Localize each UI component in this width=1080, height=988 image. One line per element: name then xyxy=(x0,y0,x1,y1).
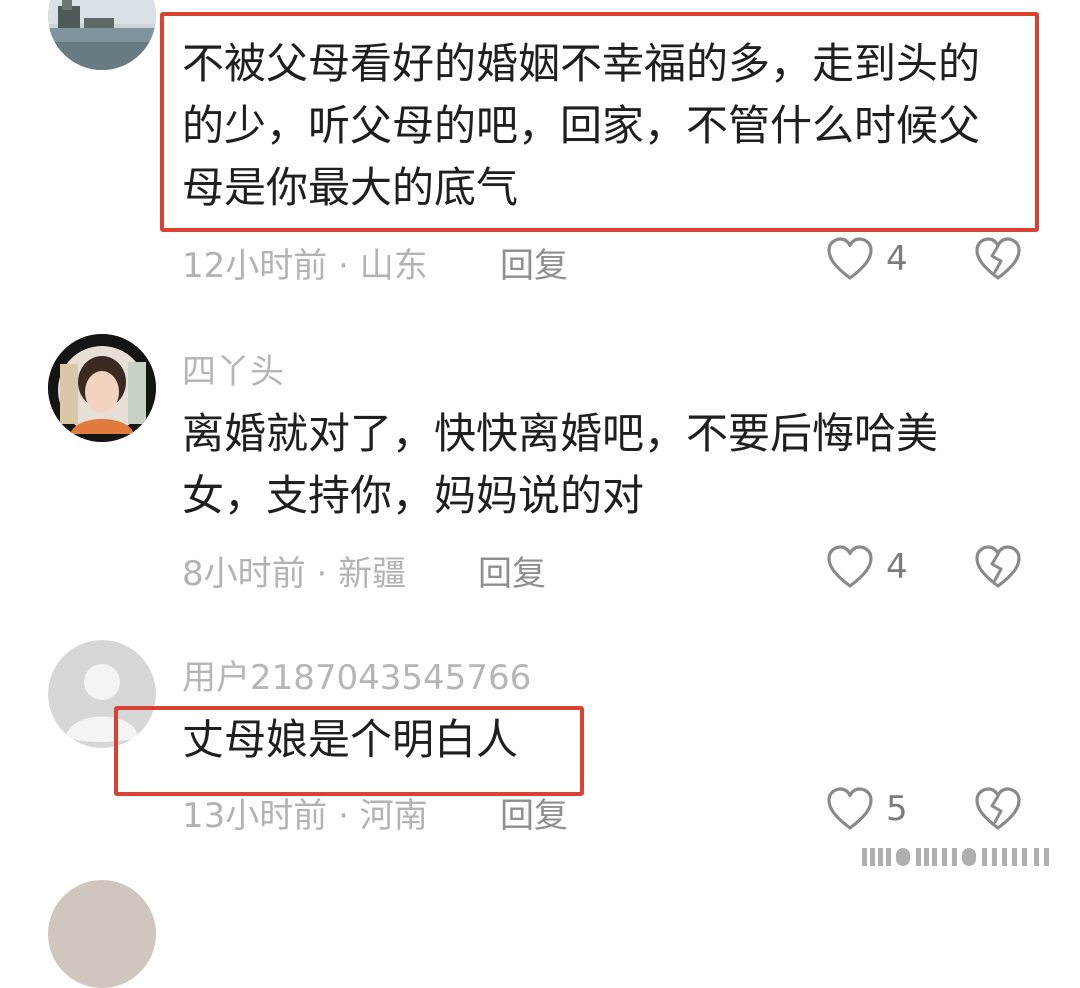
comment-2-avatar[interactable] xyxy=(48,334,156,442)
comment-2-like-count: 4 xyxy=(886,547,908,587)
comment-1-meta: 12小时前 · 山东 xyxy=(182,238,428,287)
comment-3-like-count: 5 xyxy=(886,789,908,829)
meta-separator: · xyxy=(327,246,360,286)
watermark-logo-icon xyxy=(862,848,1049,866)
comment-1-avatar[interactable] xyxy=(48,0,156,70)
heart-outline-icon xyxy=(827,545,873,588)
comment-1-location: 山东 xyxy=(359,246,428,286)
meta-separator: · xyxy=(327,796,360,836)
comment-2-like-button[interactable]: 4 xyxy=(826,544,908,590)
highlight-box-comment-3 xyxy=(114,706,584,796)
comment-3-location: 河南 xyxy=(359,796,428,836)
comment-2-dislike-button[interactable] xyxy=(974,544,1022,594)
comment-4-avatar-partial[interactable] xyxy=(48,880,156,988)
heart-outline-icon xyxy=(827,237,873,280)
comment-1-like-button[interactable]: 4 xyxy=(826,236,908,282)
comment-2-username[interactable]: 四丫头 xyxy=(182,344,284,393)
landscape-avatar-image xyxy=(48,0,156,70)
comment-1-time: 12小时前 xyxy=(182,246,328,286)
heart-outline-icon xyxy=(827,787,873,830)
comment-2-location: 新疆 xyxy=(338,554,407,594)
comment-2-text: 离婚就对了，快快离婚吧，不要后悔哈美女，支持你，妈妈说的对 xyxy=(182,409,939,520)
comment-2-reply-button[interactable]: 回复 xyxy=(478,546,546,595)
comment-1-reply-button[interactable]: 回复 xyxy=(500,238,568,287)
comment-3-like-button[interactable]: 5 xyxy=(826,786,908,832)
broken-heart-icon xyxy=(975,787,1021,830)
comment-3-dislike-button[interactable] xyxy=(974,786,1022,836)
comment-1-dislike-button[interactable] xyxy=(974,236,1022,286)
broken-heart-icon xyxy=(975,237,1021,280)
comment-3-username[interactable]: 用户2187043545766 xyxy=(182,650,531,699)
comment-2-meta: 8小时前 · 新疆 xyxy=(182,546,406,595)
comment-1-like-count: 4 xyxy=(886,239,908,279)
user-photo-avatar-image xyxy=(48,334,156,442)
comment-3-time: 13小时前 xyxy=(182,796,328,836)
highlight-box-comment-1 xyxy=(160,12,1039,232)
broken-heart-icon xyxy=(975,545,1021,588)
comment-2-time: 8小时前 xyxy=(182,554,306,594)
meta-separator: · xyxy=(305,554,339,594)
